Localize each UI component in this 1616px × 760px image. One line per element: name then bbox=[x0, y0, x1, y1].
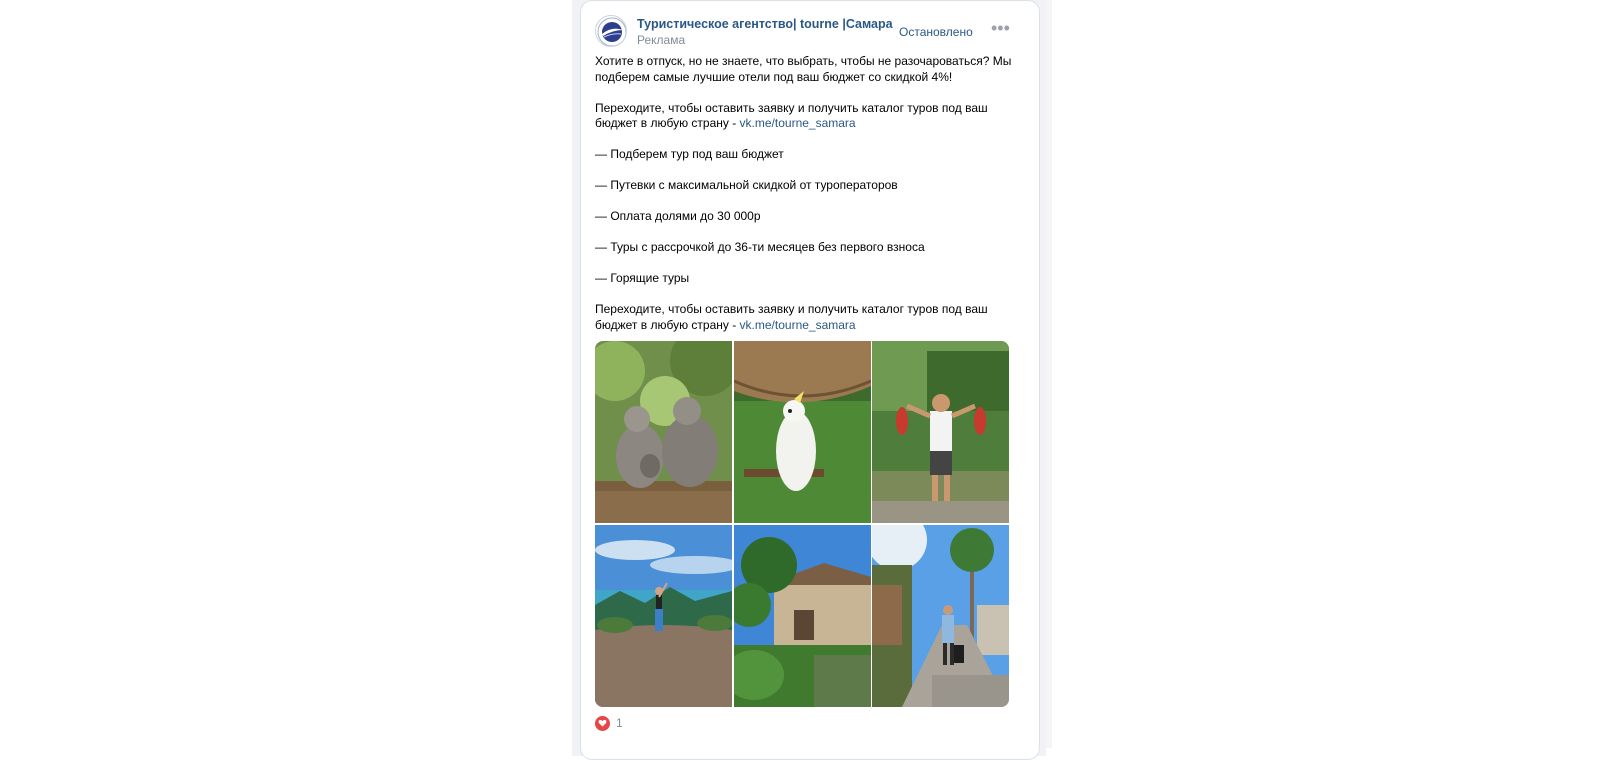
post-footer: 1 bbox=[595, 713, 623, 733]
likes-count: 1 bbox=[616, 716, 623, 730]
ad-label: Реклама bbox=[637, 33, 686, 47]
post-bullet: — Оплата долями до 30 000р bbox=[595, 209, 761, 223]
page-scrollbar[interactable] bbox=[1046, 0, 1052, 748]
more-horizontal-icon[interactable]: ••• bbox=[991, 19, 1010, 37]
photo-woman-on-hilltop[interactable] bbox=[595, 525, 732, 707]
post-link[interactable]: vk.me/tourne_samara bbox=[740, 318, 856, 332]
photo-tropical-villa[interactable] bbox=[734, 525, 871, 707]
post-bullet: — Подберем тур под ваш бюджет bbox=[595, 147, 784, 161]
post-bullet: — Туры с рассрочкой до 36-ти месяцев без… bbox=[595, 240, 925, 254]
post-text: Хотите в отпуск, но не знаете, что выбра… bbox=[595, 54, 1019, 349]
post-paragraph: Переходите, чтобы оставить заявку и полу… bbox=[595, 101, 1019, 132]
community-name-link[interactable]: Туристическое агентство| tourne |Самара bbox=[637, 17, 893, 31]
post-bullet: — Горящие туры bbox=[595, 271, 690, 285]
photo-grid bbox=[595, 341, 1009, 707]
photo-man-with-parrots[interactable] bbox=[872, 341, 1009, 523]
photo-monkeys[interactable] bbox=[595, 341, 732, 523]
post-bullet: — Путевки с максимальной скидкой от туро… bbox=[595, 178, 898, 192]
post-paragraph: Хотите в отпуск, но не знаете, что выбра… bbox=[595, 54, 1012, 84]
post-paragraph: Переходите, чтобы оставить заявку и полу… bbox=[595, 302, 1019, 333]
photo-cockatoo[interactable] bbox=[734, 341, 871, 523]
community-avatar[interactable] bbox=[595, 15, 627, 47]
ad-status-link[interactable]: Остановлено bbox=[899, 25, 973, 39]
photo-street-traveler[interactable] bbox=[872, 525, 1009, 707]
ad-post-card: Туристическое агентство| tourne |Самара … bbox=[580, 0, 1040, 760]
heart-icon[interactable] bbox=[595, 715, 610, 731]
post-link[interactable]: vk.me/tourne_samara bbox=[740, 116, 856, 130]
